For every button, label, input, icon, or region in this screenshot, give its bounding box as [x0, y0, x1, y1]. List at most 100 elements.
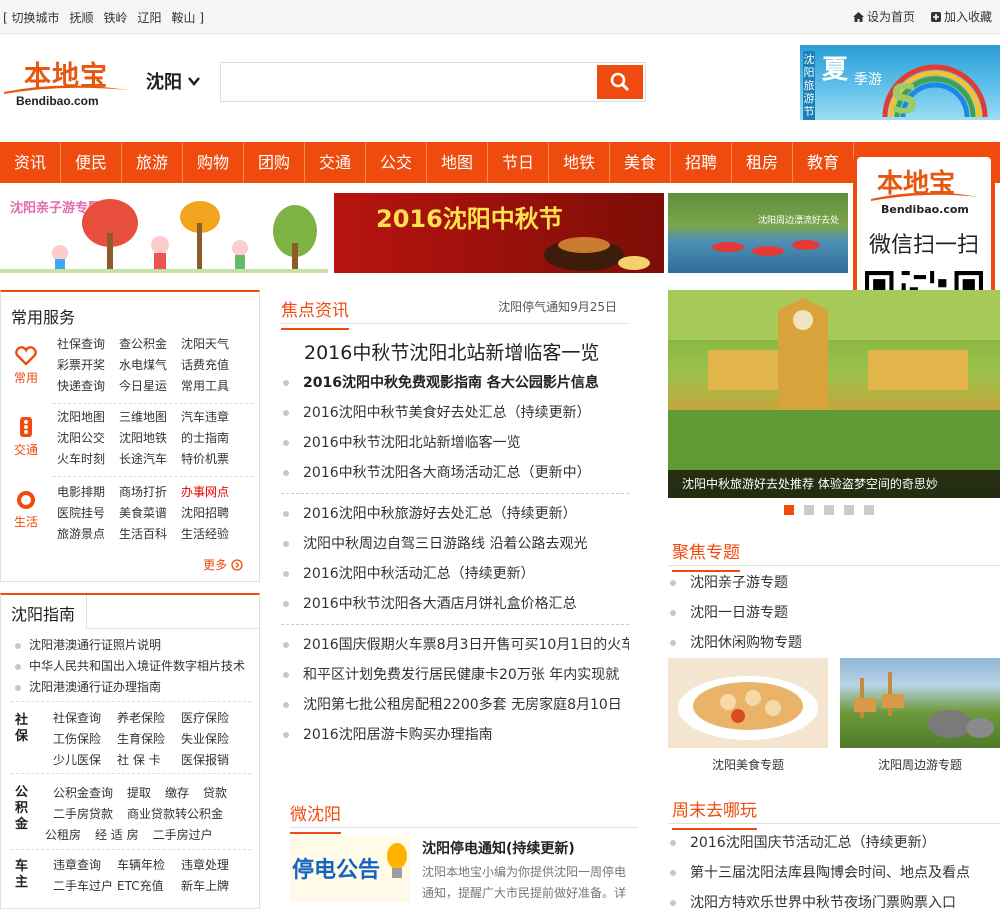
service-link[interactable]: 汽车违章	[181, 409, 243, 425]
service-link[interactable]: 美食菜谱	[119, 505, 181, 521]
nav-item[interactable]: 教育	[793, 142, 854, 183]
guide-cat-link[interactable]: 医疗保险	[181, 710, 245, 726]
nav-item[interactable]: 地铁	[549, 142, 610, 183]
city-link-fushun[interactable]: 抚顺	[70, 9, 94, 26]
guide-cat-link[interactable]: 社 保 卡	[117, 752, 181, 768]
promo-family-travel[interactable]: 沈阳亲子游专题	[0, 193, 328, 273]
news-headline[interactable]: 2016中秋节沈阳北站新增临客一览	[304, 338, 599, 365]
city-selector[interactable]: 沈阳	[146, 68, 200, 94]
topic-thumb-food-caption[interactable]: 沈阳美食专题	[668, 756, 828, 773]
guide-tab[interactable]: 沈阳指南	[1, 595, 87, 629]
topic-thumb-zoo[interactable]	[840, 658, 1000, 748]
news-item[interactable]: 和平区计划免费发行居民健康卡20万张 年内实现就	[281, 660, 629, 690]
news-item[interactable]: 2016沈阳中秋活动汇总（持续更新）	[281, 559, 587, 589]
wei-thumbnail[interactable]: 停电公告	[290, 836, 410, 902]
carousel-dot[interactable]	[844, 505, 854, 515]
service-link[interactable]: 商场打折	[119, 484, 181, 500]
news-item[interactable]: 2016中秋节沈阳各大酒店月饼礼盒价格汇总	[281, 589, 587, 619]
service-link[interactable]: 水电煤气	[119, 357, 181, 373]
guide-cat-link[interactable]: 违章处理	[181, 857, 245, 873]
guide-cat-link[interactable]: 医保报销	[181, 752, 245, 768]
topics-tab[interactable]: 聚焦专题	[672, 538, 740, 572]
guide-cat-link[interactable]: 经 适 房	[95, 825, 139, 846]
guide-cat-link[interactable]: 二手房贷款	[53, 804, 113, 825]
nav-item[interactable]: 购物	[183, 142, 244, 183]
service-link[interactable]: 沈阳招聘	[181, 505, 243, 521]
nav-item[interactable]: 美食	[610, 142, 671, 183]
guide-cat-link[interactable]: 二手车过户	[53, 878, 117, 894]
service-link[interactable]: 今日星运	[119, 378, 181, 394]
service-link[interactable]: 医院挂号	[57, 505, 119, 521]
guide-cat-link[interactable]: 养老保险	[117, 710, 181, 726]
service-link[interactable]: 话费充值	[181, 357, 243, 373]
guide-cat-link[interactable]: 公积金查询	[53, 783, 113, 804]
news-item[interactable]: 2016沈阳中秋免费观影指南 各大公园影片信息	[281, 368, 599, 398]
service-link[interactable]: 电影排期	[57, 484, 119, 500]
nav-item[interactable]: 租房	[732, 142, 793, 183]
topic-item[interactable]: 沈阳一日游专题	[668, 598, 802, 628]
news-item[interactable]: 2016沈阳中秋旅游好去处汇总（持续更新）	[281, 499, 587, 529]
news-item[interactable]: 沈阳中秋周边自驾三日游路线 沿着公路去观光	[281, 529, 587, 559]
news-item[interactable]: 2016中秋节沈阳北站新增临客一览	[281, 428, 599, 458]
service-link[interactable]: 常用工具	[181, 378, 243, 394]
nav-item[interactable]: 旅游	[122, 142, 183, 183]
news-notice-link[interactable]: 沈阳停气通知9月25日	[498, 298, 617, 315]
nav-item[interactable]: 资讯	[0, 142, 61, 183]
guide-cat-link[interactable]: 贷款	[203, 783, 227, 804]
service-link[interactable]: 特价机票	[181, 451, 243, 467]
nav-item[interactable]: 团购	[244, 142, 305, 183]
guide-cat-link[interactable]: 二手房过户	[153, 825, 213, 846]
news-item[interactable]: 2016国庆假期火车票8月3日开售可买10月1日的火车	[281, 630, 629, 660]
site-logo[interactable]: 本地宝 Bendibao.com	[2, 52, 132, 112]
topic-thumb-food[interactable]	[668, 658, 828, 748]
nav-item[interactable]: 公交	[366, 142, 427, 183]
weekend-item[interactable]: 沈阳方特欢乐世界中秋节夜场门票购票入口	[668, 888, 970, 909]
set-home-link[interactable]: 设为首页	[852, 8, 915, 25]
nav-item[interactable]: 节日	[488, 142, 549, 183]
search-button[interactable]	[597, 65, 643, 99]
search-input[interactable]	[223, 65, 597, 99]
add-favorite-link[interactable]: 加入收藏	[930, 8, 992, 25]
guide-cat-link[interactable]: 提取	[127, 783, 151, 804]
topic-item[interactable]: 沈阳亲子游专题	[668, 568, 802, 598]
news-item[interactable]: 2016沈阳居游卡购买办理指南	[281, 720, 629, 750]
service-link[interactable]: 的士指南	[181, 430, 243, 446]
services-more-link[interactable]: 更多	[203, 556, 243, 573]
service-link[interactable]: 三维地图	[119, 409, 181, 425]
topic-item[interactable]: 沈阳休闲购物专题	[668, 628, 802, 658]
promo-rafting[interactable]: 沈阳周边漂流好去处	[668, 193, 848, 273]
service-link[interactable]: 快递查询	[57, 378, 119, 394]
guide-cat-link[interactable]: 新车上牌	[181, 878, 245, 894]
service-link[interactable]: 办事网点	[181, 484, 243, 500]
guide-cat-link[interactable]: 工伤保险	[53, 731, 117, 747]
switch-city-link[interactable]: [ 切换城市	[3, 9, 60, 26]
wei-tab[interactable]: 微沈阳	[290, 800, 341, 834]
service-link[interactable]: 查公积金	[119, 336, 181, 352]
promo-mid-autumn[interactable]: 2016沈阳中秋节	[334, 193, 664, 273]
carousel-dot[interactable]	[864, 505, 874, 515]
service-link[interactable]: 长途汽车	[119, 451, 181, 467]
weekend-tab[interactable]: 周末去哪玩	[672, 796, 757, 830]
city-link-liaoyang[interactable]: 辽阳	[138, 9, 162, 26]
news-item[interactable]: 沈阳第七批公租房配租2200多套 无房家庭8月10日	[281, 690, 629, 720]
weekend-item[interactable]: 2016沈阳国庆节活动汇总（持续更新）	[668, 828, 970, 858]
service-link[interactable]: 社保查询	[57, 336, 119, 352]
guide-cat-link[interactable]: 商业贷款转公积金	[127, 804, 223, 825]
nav-item[interactable]: 招聘	[671, 142, 732, 183]
news-tab[interactable]: 焦点资讯	[281, 296, 349, 330]
carousel-dot[interactable]	[824, 505, 834, 515]
service-link[interactable]: 沈阳地铁	[119, 430, 181, 446]
city-link-tieling[interactable]: 铁岭	[104, 9, 128, 26]
featured-carousel[interactable]: 沈阳中秋旅游好去处推荐 体验盗梦空间的奇思妙	[668, 290, 1000, 498]
guide-cat-link[interactable]: 生育保险	[117, 731, 181, 747]
guide-link[interactable]: 中华人民共和国出入境证件数字相片技术	[15, 656, 245, 677]
news-item[interactable]: 2016中秋节沈阳各大商场活动汇总（更新中）	[281, 458, 599, 488]
summer-travel-banner[interactable]: 沈阳旅游节 夏 季游 S	[800, 45, 1000, 120]
guide-cat-link[interactable]: 社保查询	[53, 710, 117, 726]
carousel-dot-active[interactable]	[784, 505, 794, 515]
guide-cat-link[interactable]: ETC充值	[117, 878, 181, 894]
service-link[interactable]: 旅游景点	[57, 526, 119, 542]
nav-item[interactable]: 便民	[61, 142, 122, 183]
guide-link[interactable]: 沈阳港澳通行证办理指南	[15, 677, 245, 698]
guide-cat-link[interactable]: 失业保险	[181, 731, 245, 747]
